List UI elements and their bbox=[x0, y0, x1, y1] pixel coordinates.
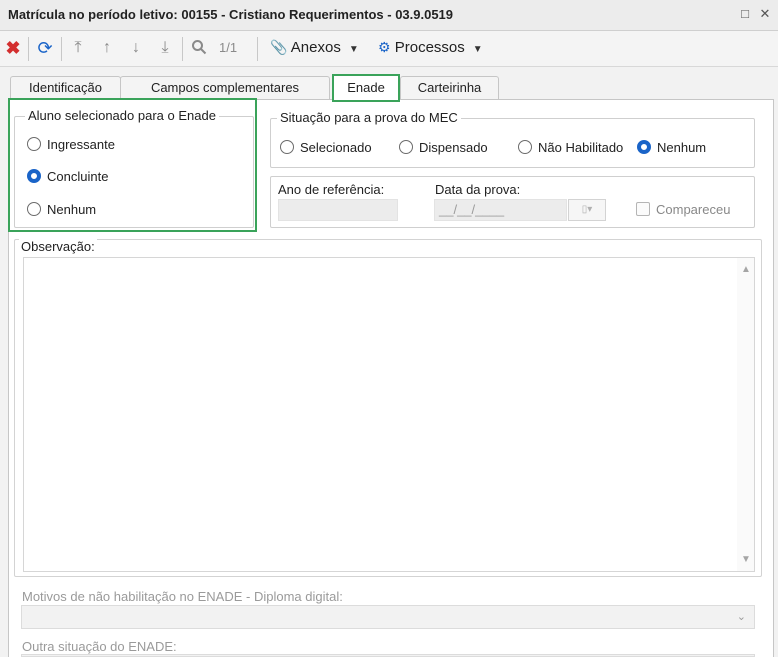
radio-label: Dispensado bbox=[419, 140, 488, 155]
tab-carteirinha[interactable]: Carteirinha bbox=[400, 76, 499, 101]
chevron-down-icon: ▼ bbox=[348, 44, 359, 55]
situacao-mec-group: Situação para a prova do MEC Selecionado… bbox=[270, 110, 755, 168]
radio-button bbox=[637, 140, 651, 154]
radio-button bbox=[280, 140, 294, 154]
data-prova-input[interactable]: __/__/____ bbox=[434, 199, 567, 221]
observacao-legend: Observação: bbox=[19, 239, 97, 254]
ano-referencia-input[interactable] bbox=[278, 199, 398, 221]
tab-identificacao[interactable]: Identificação bbox=[10, 76, 121, 101]
toolbar-separator bbox=[257, 37, 258, 61]
tab-campos-complementares[interactable]: Campos complementares bbox=[120, 76, 330, 101]
radio-nao-habilitado[interactable]: Não Habilitado bbox=[518, 140, 623, 155]
calendar-icon: ▯▾ bbox=[581, 204, 593, 215]
radio-concluinte[interactable]: Concluinte bbox=[27, 169, 108, 184]
radio-label: Nenhum bbox=[47, 202, 97, 217]
compareceu-checkbox[interactable] bbox=[636, 202, 650, 216]
refresh-icon[interactable]: ⟳ bbox=[36, 39, 54, 57]
toolbar: ✖ ⟳ ⤒ ↑ ↓ ⤓ 1/1 📎 Anexos ▼ ⚙ Processos ▼ bbox=[0, 31, 778, 67]
processos-menu[interactable]: ⚙ Processos ▼ bbox=[378, 39, 483, 56]
radio-ingressante[interactable]: Ingressante bbox=[27, 137, 115, 152]
compareceu-label: Compareceu bbox=[656, 202, 731, 217]
aluno-selecionado-group: Aluno selecionado para o Enade Ingressan… bbox=[14, 108, 254, 228]
radio-label: Concluinte bbox=[47, 169, 109, 184]
radio-label: Ingressante bbox=[47, 137, 115, 152]
detalhes-prova-group: Ano de referência: Data da prova: __/__/… bbox=[270, 176, 755, 228]
radio-button bbox=[399, 140, 413, 154]
delete-icon[interactable]: ✖ bbox=[4, 39, 22, 57]
radio-selecionado[interactable]: Selecionado bbox=[280, 140, 372, 155]
radio-button bbox=[27, 202, 41, 216]
radio-button bbox=[27, 169, 41, 183]
tab-enade[interactable]: Enade bbox=[332, 74, 400, 102]
next-record-icon[interactable]: ↓ bbox=[127, 39, 145, 57]
radio-button bbox=[27, 137, 41, 151]
chevron-down-icon: ▼ bbox=[472, 44, 483, 55]
maximize-icon[interactable]: □ bbox=[736, 5, 754, 23]
scroll-up-icon[interactable]: ▲ bbox=[741, 264, 751, 275]
paperclip-icon: 📎 bbox=[270, 39, 288, 55]
close-icon[interactable]: ✕ bbox=[756, 5, 774, 23]
radio-nenhum-aluno[interactable]: Nenhum bbox=[27, 202, 96, 217]
motivos-label: Motivos de não habilitação no ENADE - Di… bbox=[22, 589, 343, 604]
radio-button bbox=[518, 140, 532, 154]
radio-label: Nenhum bbox=[657, 140, 707, 155]
radio-nenhum-situacao[interactable]: Nenhum bbox=[637, 140, 706, 155]
situacao-mec-legend: Situação para a prova do MEC bbox=[277, 110, 461, 125]
first-record-icon[interactable]: ⤒ bbox=[69, 39, 87, 57]
toolbar-separator bbox=[182, 37, 183, 61]
scroll-down-icon[interactable]: ▼ bbox=[741, 554, 751, 565]
radio-label: Não Habilitado bbox=[538, 140, 624, 155]
anexos-label: Anexos bbox=[290, 39, 341, 56]
processos-label: Processos bbox=[394, 39, 465, 56]
ano-referencia-label: Ano de referência: bbox=[278, 182, 385, 197]
chevron-down-icon: ⌄ bbox=[736, 611, 746, 623]
page-indicator: 1/1 bbox=[219, 40, 238, 55]
observacao-textarea[interactable] bbox=[23, 257, 755, 572]
data-prova-label: Data da prova: bbox=[435, 182, 521, 197]
gear-icon: ⚙ bbox=[378, 39, 391, 55]
observacao-group: Observação: ▲ ▼ bbox=[14, 239, 762, 577]
toolbar-separator bbox=[61, 37, 62, 61]
anexos-menu[interactable]: 📎 Anexos ▼ bbox=[270, 39, 359, 56]
toolbar-separator bbox=[28, 37, 29, 61]
calendar-dropdown-button[interactable]: ▯▾ bbox=[568, 199, 606, 221]
search-icon[interactable] bbox=[190, 39, 208, 57]
motivos-select[interactable]: ⌄ bbox=[21, 605, 755, 629]
previous-record-icon[interactable]: ↑ bbox=[98, 39, 116, 57]
radio-label: Selecionado bbox=[300, 140, 372, 155]
radio-dispensado[interactable]: Dispensado bbox=[399, 140, 488, 155]
window-title: Matrícula no período letivo: 00155 - Cri… bbox=[8, 7, 454, 22]
tab-bar: Identificação Campos complementares Enad… bbox=[0, 74, 778, 102]
last-record-icon[interactable]: ⤓ bbox=[156, 39, 174, 57]
aluno-selecionado-legend: Aluno selecionado para o Enade bbox=[25, 108, 219, 123]
title-bar: Matrícula no período letivo: 00155 - Cri… bbox=[0, 0, 778, 31]
outra-situacao-label: Outra situação do ENADE: bbox=[22, 639, 177, 654]
scrollbar[interactable]: ▲ ▼ bbox=[737, 258, 754, 571]
